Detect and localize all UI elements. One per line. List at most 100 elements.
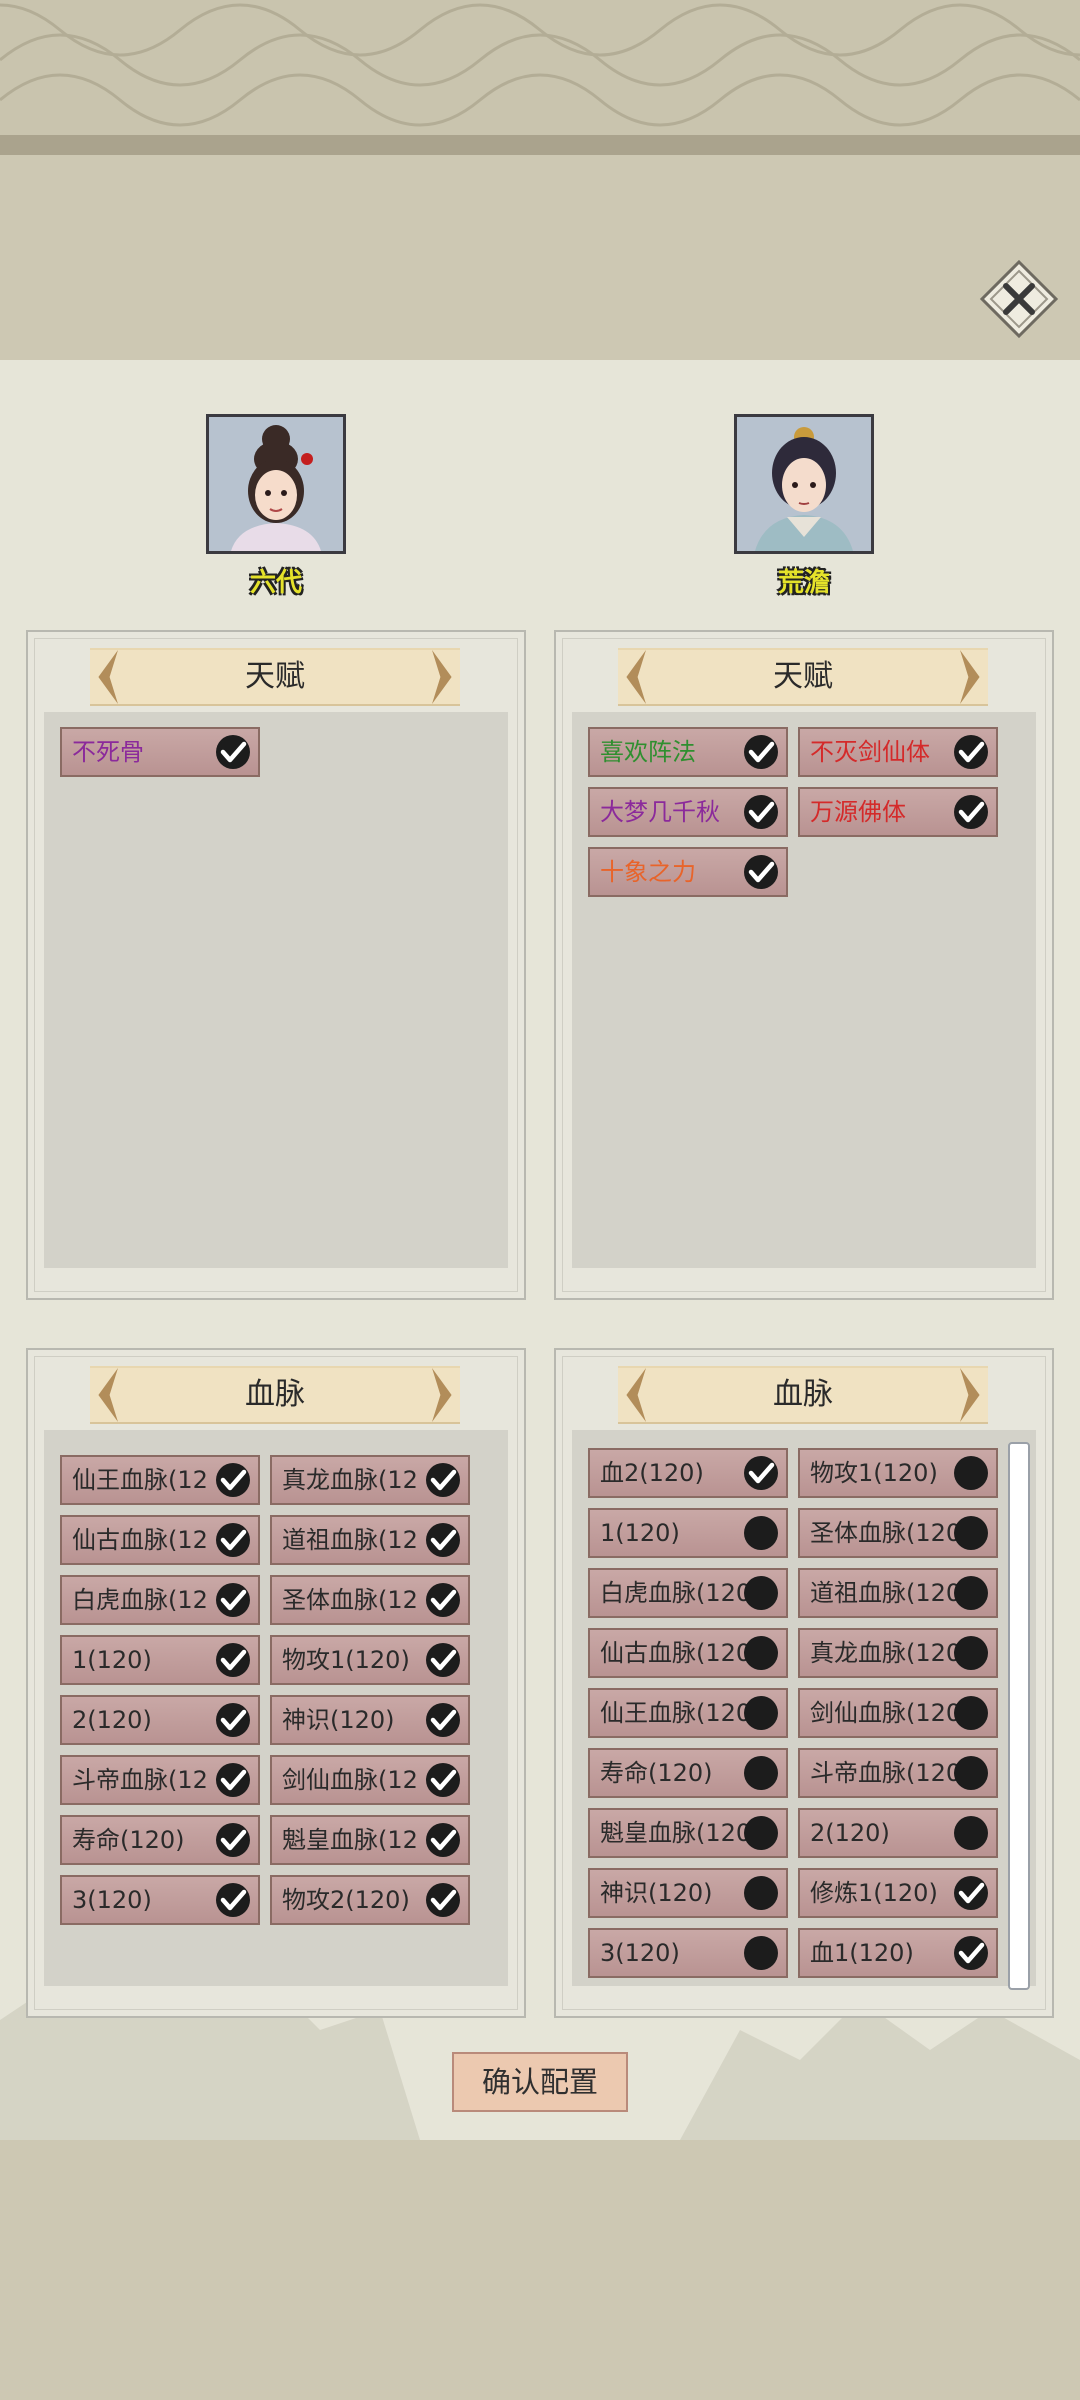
- option-chip[interactable]: 大梦几千秋: [588, 787, 788, 837]
- option-chip[interactable]: 喜欢阵法: [588, 727, 788, 777]
- checkmark-icon: [426, 1703, 460, 1737]
- option-chip[interactable]: 剑仙血脉(120: [798, 1688, 998, 1738]
- option-chip[interactable]: 3(120): [588, 1928, 788, 1978]
- option-chip[interactable]: 血2(120): [588, 1448, 788, 1498]
- checkmark-icon: [216, 1883, 250, 1917]
- option-chip[interactable]: 寿命(120): [588, 1748, 788, 1798]
- checkmark-icon: [426, 1463, 460, 1497]
- option-label: 仙王血脉(120: [600, 1699, 752, 1727]
- empty-circle-icon: [954, 1816, 988, 1850]
- option-chip[interactable]: 寿命(120): [60, 1815, 260, 1865]
- section-banner: 血脉: [618, 1366, 988, 1424]
- option-label: 血1(120): [810, 1939, 914, 1967]
- option-chip[interactable]: 物攻1(120): [270, 1635, 470, 1685]
- option-label: 喜欢阵法: [600, 738, 696, 766]
- option-chip[interactable]: 真龙血脉(120: [798, 1628, 998, 1678]
- option-chip[interactable]: 剑仙血脉(12: [270, 1755, 470, 1805]
- option-chip[interactable]: 白虎血脉(12: [60, 1575, 260, 1625]
- character-portrait[interactable]: [734, 414, 874, 554]
- cloud-pattern-decoration: [0, 0, 1080, 155]
- scrollbar[interactable]: [1008, 1442, 1030, 1990]
- empty-circle-icon: [954, 1456, 988, 1490]
- checkmark-icon: [426, 1643, 460, 1677]
- option-chip[interactable]: 物攻1(120): [798, 1448, 998, 1498]
- option-label: 圣体血脉(12: [282, 1586, 418, 1614]
- checkmark-icon: [954, 1876, 988, 1910]
- option-chip[interactable]: 3(120): [60, 1875, 260, 1925]
- empty-circle-icon: [744, 1576, 778, 1610]
- section-banner: 天赋: [618, 648, 988, 706]
- character-name: 荒澹: [777, 568, 830, 598]
- empty-circle-icon: [954, 1516, 988, 1550]
- option-label: 剑仙血脉(120: [810, 1699, 962, 1727]
- checkmark-icon: [216, 735, 250, 769]
- checkmark-icon: [744, 735, 778, 769]
- option-label: 真龙血脉(120: [810, 1639, 962, 1667]
- option-label: 1(120): [72, 1646, 152, 1674]
- empty-circle-icon: [744, 1816, 778, 1850]
- option-chip[interactable]: 神识(120): [588, 1868, 788, 1918]
- option-chip[interactable]: 魁皇血脉(120: [588, 1808, 788, 1858]
- option-chip[interactable]: 魁皇血脉(12: [270, 1815, 470, 1865]
- option-chip[interactable]: 不灭剑仙体: [798, 727, 998, 777]
- section-title: 血脉: [773, 1377, 833, 1412]
- close-button[interactable]: [978, 258, 1060, 340]
- character-portrait[interactable]: [206, 414, 346, 554]
- checkmark-icon: [426, 1763, 460, 1797]
- checkmark-icon: [426, 1883, 460, 1917]
- empty-circle-icon: [744, 1876, 778, 1910]
- option-chip[interactable]: 道祖血脉(12: [270, 1515, 470, 1565]
- checkmark-icon: [426, 1823, 460, 1857]
- option-chip[interactable]: 不死骨: [60, 727, 260, 777]
- option-label: 十象之力: [600, 858, 696, 886]
- option-label: 不灭剑仙体: [810, 738, 930, 766]
- option-chip[interactable]: 白虎血脉(120: [588, 1568, 788, 1618]
- option-chip[interactable]: 神识(120): [270, 1695, 470, 1745]
- option-chip[interactable]: 真龙血脉(12: [270, 1455, 470, 1505]
- option-chip[interactable]: 十象之力: [588, 847, 788, 897]
- option-chip[interactable]: 1(120): [60, 1635, 260, 1685]
- option-chip[interactable]: 斗帝血脉(12: [60, 1755, 260, 1805]
- option-label: 神识(120): [600, 1879, 713, 1907]
- option-label: 寿命(120): [72, 1826, 185, 1854]
- option-chip[interactable]: 万源佛体: [798, 787, 998, 837]
- option-label: 大梦几千秋: [600, 798, 720, 826]
- option-chip[interactable]: 圣体血脉(120: [798, 1508, 998, 1558]
- option-chip[interactable]: 仙王血脉(120: [588, 1688, 788, 1738]
- checkmark-icon: [426, 1583, 460, 1617]
- option-label: 圣体血脉(120: [810, 1519, 962, 1547]
- option-chip[interactable]: 1(120): [588, 1508, 788, 1558]
- option-chip[interactable]: 修炼1(120): [798, 1868, 998, 1918]
- empty-circle-icon: [954, 1576, 988, 1610]
- bottom-decorative-band: [0, 2140, 1080, 2400]
- option-chip[interactable]: 2(120): [798, 1808, 998, 1858]
- option-chip[interactable]: 道祖血脉(120: [798, 1568, 998, 1618]
- option-chip[interactable]: 斗帝血脉(120: [798, 1748, 998, 1798]
- option-label: 魁皇血脉(120: [600, 1819, 752, 1847]
- option-label: 万源佛体: [810, 798, 906, 826]
- option-chip[interactable]: 血1(120): [798, 1928, 998, 1978]
- checkmark-icon: [426, 1523, 460, 1557]
- character-name: 六代: [249, 568, 302, 598]
- checkmark-icon: [744, 795, 778, 829]
- option-chip[interactable]: 仙古血脉(120: [588, 1628, 788, 1678]
- option-chip[interactable]: 仙古血脉(12: [60, 1515, 260, 1565]
- option-label: 仙王血脉(12: [72, 1466, 208, 1494]
- option-label: 不死骨: [72, 738, 144, 766]
- female-avatar-image: [209, 417, 343, 551]
- option-chip[interactable]: 仙王血脉(12: [60, 1455, 260, 1505]
- option-chip[interactable]: 2(120): [60, 1695, 260, 1745]
- option-label: 物攻1(120): [810, 1459, 938, 1487]
- option-label: 道祖血脉(120: [810, 1579, 962, 1607]
- option-chip[interactable]: 圣体血脉(12: [270, 1575, 470, 1625]
- section-title: 天赋: [245, 659, 305, 694]
- option-chip[interactable]: 物攻2(120): [270, 1875, 470, 1925]
- empty-circle-icon: [954, 1696, 988, 1730]
- option-label: 物攻2(120): [282, 1886, 410, 1914]
- option-label: 修炼1(120): [810, 1879, 938, 1907]
- checkmark-icon: [744, 1456, 778, 1490]
- confirm-config-button[interactable]: 确认配置: [452, 2052, 628, 2112]
- checkmark-icon: [216, 1523, 250, 1557]
- option-label: 寿命(120): [600, 1759, 713, 1787]
- option-label: 血2(120): [600, 1459, 704, 1487]
